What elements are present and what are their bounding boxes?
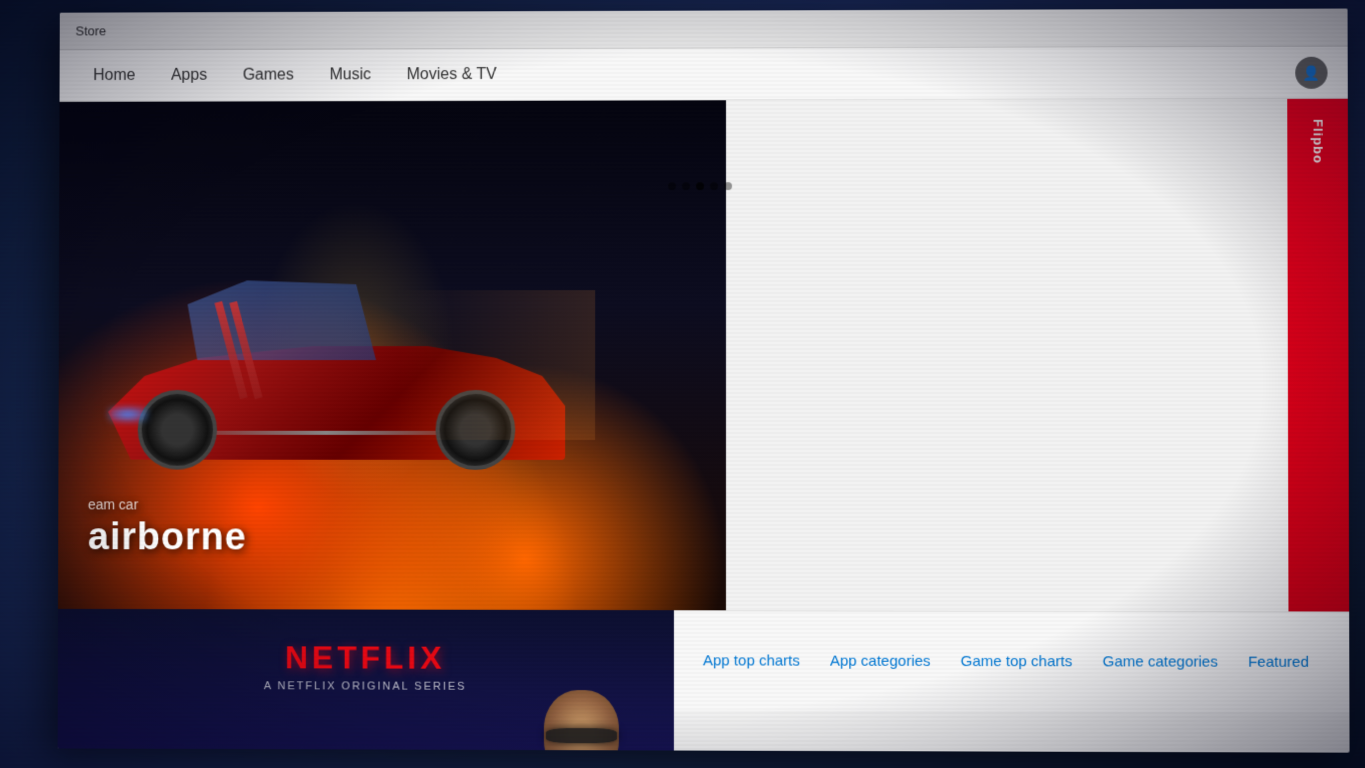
game-subtitle: eam car [88, 496, 247, 512]
game-title: airborne [88, 516, 247, 559]
nav-movies-tv[interactable]: Movies & TV [393, 58, 511, 92]
flipboard-label: Flipbo [1310, 119, 1325, 164]
link-featured[interactable]: Featured [1248, 654, 1309, 671]
link-game-top-charts[interactable]: Game top charts [961, 653, 1073, 670]
character-glasses [546, 728, 617, 743]
dot-5[interactable] [724, 182, 732, 190]
speed-effect [396, 290, 595, 440]
nav-music[interactable]: Music [316, 58, 385, 92]
hero-left-panel[interactable]: eam car airborne [58, 100, 726, 610]
dot-3[interactable] [696, 182, 704, 190]
car-illustration [78, 260, 595, 490]
link-game-categories[interactable]: Game categories [1103, 653, 1218, 670]
car-windshield [178, 280, 377, 360]
car-headlight [108, 407, 148, 422]
user-icon-symbol: 👤 [1303, 64, 1321, 81]
link-app-top-charts[interactable]: App top charts [703, 652, 800, 669]
screen-wrapper: Store 👤 Home Apps Games Music Movies & T… [0, 0, 1365, 768]
dot-4[interactable] [710, 182, 718, 190]
character-head [544, 690, 619, 753]
hero-right-panel[interactable]: NETFLIX A NETFLIX ORIGINAL SERIES MARVEL… [58, 609, 675, 753]
carousel-dots [668, 182, 732, 190]
character-figure [474, 690, 674, 753]
title-bar: Store [60, 9, 1348, 51]
nav-apps[interactable]: Apps [157, 58, 221, 92]
store-window: Store 👤 Home Apps Games Music Movies & T… [58, 9, 1350, 753]
dot-1[interactable] [668, 182, 676, 190]
hero-section: eam car airborne [58, 99, 1349, 612]
game-info: eam car airborne [88, 496, 247, 559]
netflix-series-label: A NETFLIX ORIGINAL SERIES [264, 680, 467, 693]
link-app-categories[interactable]: App categories [830, 653, 931, 670]
app-title: Store [76, 23, 107, 38]
nav-games[interactable]: Games [229, 58, 308, 92]
car-wheel-left [138, 390, 217, 470]
nav-home[interactable]: Home [79, 59, 149, 93]
nav-bar: Home Apps Games Music Movies & TV [60, 47, 1348, 102]
flipboard-panel[interactable]: Flipbo [1287, 99, 1349, 612]
dot-2[interactable] [682, 182, 690, 190]
user-avatar[interactable]: 👤 [1295, 57, 1327, 89]
netflix-logo-area: NETFLIX A NETFLIX ORIGINAL SERIES [264, 639, 467, 692]
netflix-brand: NETFLIX [264, 639, 467, 676]
